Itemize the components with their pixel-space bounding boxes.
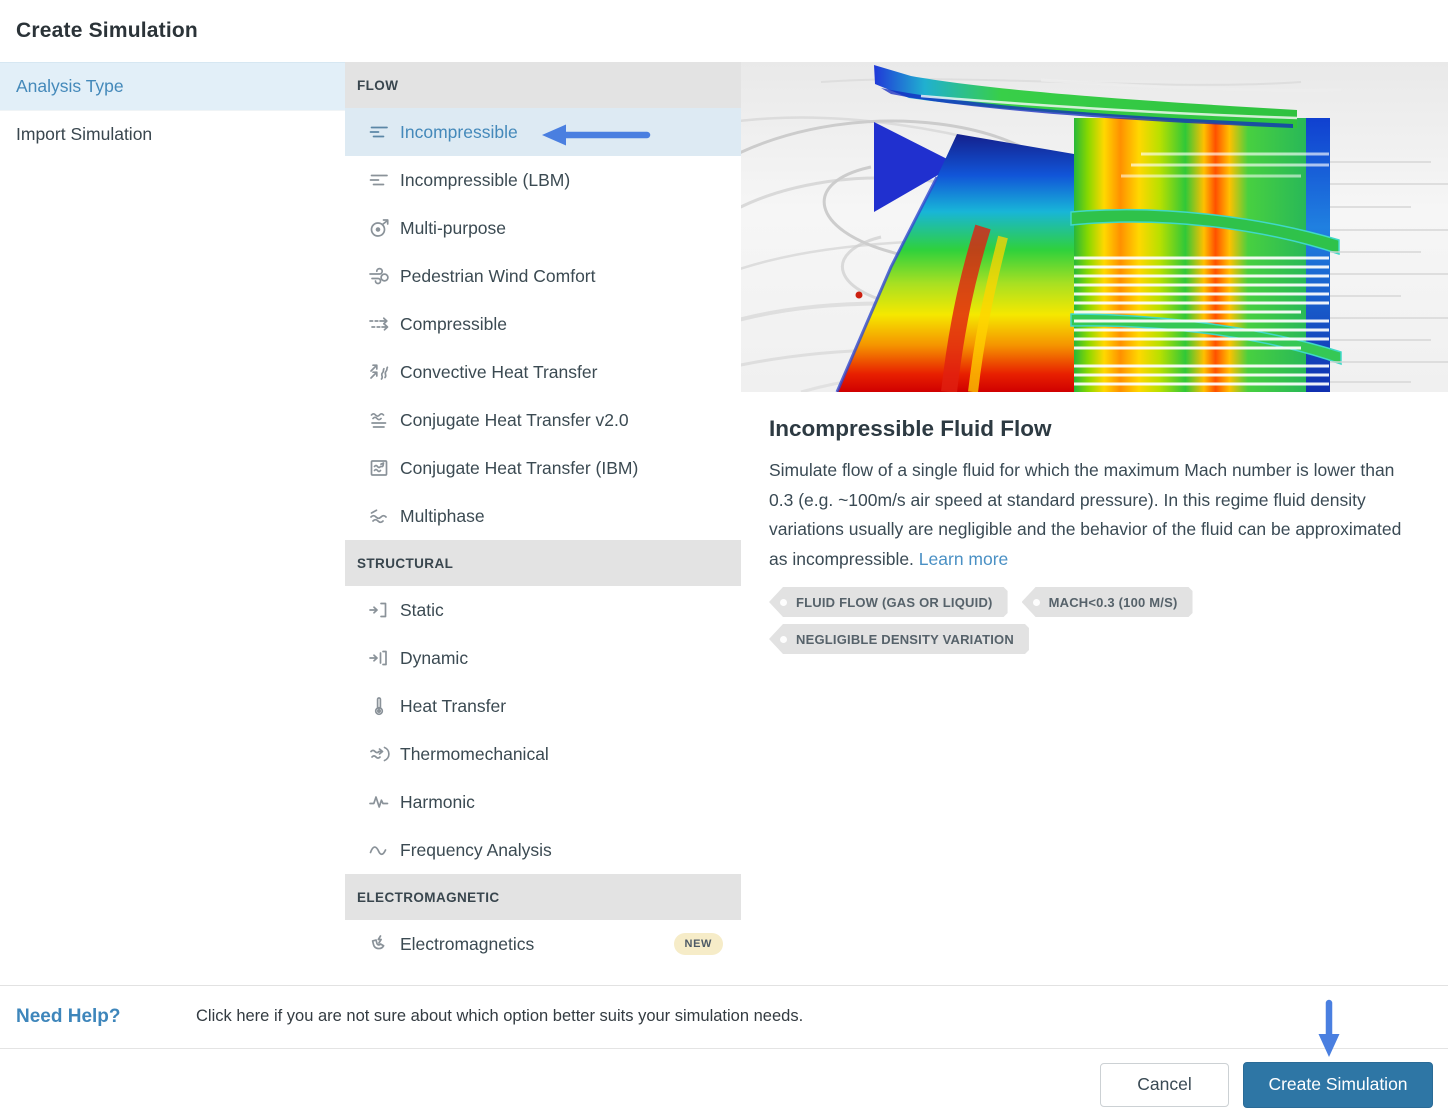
analysis-type-item-thermomechanical[interactable]: Thermomechanical [345,730,741,778]
cfd-blade-illustration [741,62,1448,392]
harmonic-icon [367,790,391,814]
cancel-button[interactable]: Cancel [1100,1063,1229,1107]
heat-transfer-icon [367,694,391,718]
analysis-type-item-label: Conjugate Heat Transfer (IBM) [400,458,723,479]
analysis-type-item-dynamic[interactable]: Dynamic [345,634,741,682]
need-help-title[interactable]: Need Help? [16,1006,196,1028]
electromagnetics-icon [367,932,391,956]
analysis-type-item-label: Convective Heat Transfer [400,362,723,383]
analysis-type-item-harmonic[interactable]: Harmonic [345,778,741,826]
frequency-analysis-icon [367,838,391,862]
analysis-type-item-multiphase[interactable]: Multiphase [345,492,741,540]
analysis-type-item-label: Incompressible [400,122,723,143]
analysis-description-text: Simulate flow of a single fluid for whic… [769,460,1401,569]
analysis-type-item-heat-transfer[interactable]: Heat Transfer [345,682,741,730]
menu-section-header-flow: FLOW [345,62,741,108]
sidebar-item-analysis-type[interactable]: Analysis Type [0,62,345,110]
hero-image [741,62,1448,392]
dynamic-icon [367,646,391,670]
analysis-type-item-label: Multiphase [400,506,723,527]
analysis-type-item-label: Conjugate Heat Transfer v2.0 [400,410,723,431]
dialog-footer: Cancel Create Simulation [0,1048,1448,1120]
dialog-title-bar: Create Simulation [0,0,1448,62]
need-help-text: Click here if you are not sure about whi… [196,1007,803,1026]
analysis-type-item-label: Electromagnetics [400,934,674,955]
analysis-description: Simulate flow of a single fluid for whic… [769,456,1419,574]
new-badge: NEW [674,933,723,955]
sidebar: Analysis TypeImport Simulation [0,62,345,985]
analysis-detail-title: Incompressible Fluid Flow [769,416,1420,442]
static-icon [367,598,391,622]
multiphase-icon [367,504,391,528]
analysis-type-item-label: Heat Transfer [400,696,723,717]
analysis-type-item-label: Compressible [400,314,723,335]
learn-more-link[interactable]: Learn more [919,549,1009,569]
compressible-icon [367,312,391,336]
analysis-type-item-incompressible[interactable]: Incompressible [345,108,741,156]
capability-tag: FLUID FLOW (GAS OR LIQUID) [769,587,1008,617]
analysis-type-item-label: Pedestrian Wind Comfort [400,266,723,287]
thermomechanical-icon [367,742,391,766]
analysis-type-item-label: Dynamic [400,648,723,669]
detail-content: Incompressible Fluid Flow Simulate flow … [741,392,1448,654]
analysis-type-menu: FLOW Incompressible Incompressible (LBM) Mu… [345,62,741,985]
analysis-type-item-label: Static [400,600,723,621]
incompressible-lbm-icon [367,168,391,192]
analysis-type-item-frequency-analysis[interactable]: Frequency Analysis [345,826,741,874]
need-help-bar[interactable]: Need Help? Click here if you are not sur… [0,985,1448,1047]
analysis-type-item-static[interactable]: Static [345,586,741,634]
analysis-type-item-electromagnetics[interactable]: ElectromagneticsNEW [345,920,741,968]
analysis-type-item-pedestrian-wind-comfort[interactable]: Pedestrian Wind Comfort [345,252,741,300]
analysis-type-item-conjugate-heat-transfer-ibm-[interactable]: Conjugate Heat Transfer (IBM) [345,444,741,492]
sidebar-item-import-simulation[interactable]: Import Simulation [0,110,345,158]
menu-section-header-structural: STRUCTURAL [345,540,741,586]
incompressible-icon [367,120,391,144]
convective-heat-transfer-icon [367,360,391,384]
capability-tags: FLUID FLOW (GAS OR LIQUID) MACH<0.3 (100 … [769,587,1419,654]
analysis-type-item-incompressible-lbm-[interactable]: Incompressible (LBM) [345,156,741,204]
conjugate-heat-transfer-v2-icon [367,408,391,432]
pedestrian-wind-comfort-icon [367,264,391,288]
analysis-type-item-label: Multi-purpose [400,218,723,239]
analysis-type-item-multi-purpose[interactable]: Multi-purpose [345,204,741,252]
analysis-type-item-convective-heat-transfer[interactable]: Convective Heat Transfer [345,348,741,396]
analysis-type-item-label: Thermomechanical [400,744,723,765]
create-simulation-button[interactable]: Create Simulation [1243,1062,1433,1108]
analysis-type-item-conjugate-heat-transfer-v2-0[interactable]: Conjugate Heat Transfer v2.0 [345,396,741,444]
dialog-body: Analysis TypeImport Simulation FLOW Incom… [0,62,1448,985]
capability-tag: NEGLIGIBLE DENSITY VARIATION [769,624,1029,654]
analysis-type-item-label: Frequency Analysis [400,840,723,861]
dialog-title: Create Simulation [16,19,198,43]
multi-purpose-icon [367,216,391,240]
capability-tag: MACH<0.3 (100 M/S) [1022,587,1193,617]
analysis-type-item-compressible[interactable]: Compressible [345,300,741,348]
detail-panel: Incompressible Fluid Flow Simulate flow … [741,62,1448,985]
conjugate-heat-transfer-ibm-icon [367,456,391,480]
menu-section-header-electromagnetic: ELECTROMAGNETIC [345,874,741,920]
create-simulation-dialog: Create Simulation Analysis TypeImport Si… [0,0,1448,1120]
analysis-type-item-label: Harmonic [400,792,723,813]
analysis-type-item-label: Incompressible (LBM) [400,170,723,191]
